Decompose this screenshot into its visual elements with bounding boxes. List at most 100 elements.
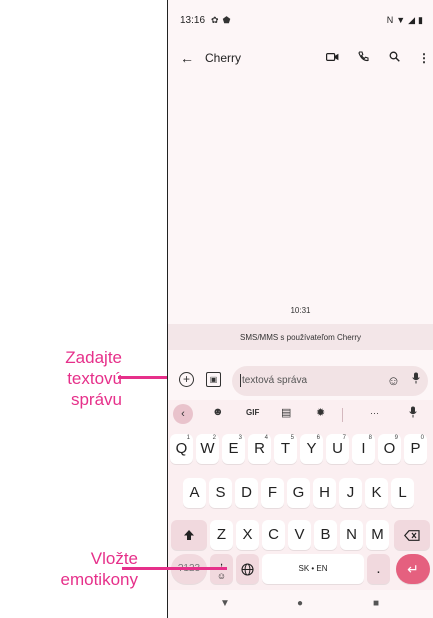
key-d[interactable]: D — [235, 478, 258, 508]
key-hint: 8 — [368, 435, 372, 441]
key-n[interactable]: N — [340, 520, 363, 550]
phone-screen: 13:16 ✿ ⬟ N ▼ ◢ ▮ ← Cherry ⋮ 10:31 SMS/M… — [167, 0, 433, 618]
gear-icon[interactable]: ✹ — [316, 406, 325, 419]
key-label: I — [361, 440, 366, 457]
compose-bar: + ▣ textová správa ☺ — [168, 366, 433, 396]
period-key[interactable]: . — [367, 554, 390, 584]
key-l[interactable]: L — [391, 478, 414, 508]
key-f[interactable]: F — [261, 478, 284, 508]
key-label: P — [410, 440, 421, 457]
callout-line: Zadajte — [65, 348, 122, 367]
key-b[interactable]: B — [314, 520, 337, 550]
key-c[interactable]: C — [262, 520, 285, 550]
callout-line: správu — [70, 390, 122, 409]
more-icon[interactable]: ⋮ — [418, 51, 430, 65]
keyboard-row-4: ?123 , ☺ SK • EN . ↵ — [168, 554, 433, 586]
gallery-icon[interactable]: ▣ — [206, 372, 221, 387]
video-call-icon[interactable] — [326, 51, 339, 65]
callout-line: emotikony — [60, 570, 138, 589]
microphone-icon[interactable] — [412, 372, 420, 387]
status-time: 13:16 — [180, 14, 206, 26]
key-hint: 5 — [290, 435, 294, 441]
more-options-icon[interactable]: ··· — [370, 408, 379, 418]
text-cursor — [240, 374, 241, 387]
keyboard-row-3: Z X C V B N M — [168, 520, 433, 552]
callout-insert-emoji: Vložte emotikony — [10, 548, 138, 590]
language-key[interactable] — [236, 554, 259, 584]
home-circle-icon[interactable]: ● — [297, 598, 303, 609]
key-label: U — [332, 440, 343, 457]
key-s[interactable]: S — [209, 478, 232, 508]
sticker-icon[interactable]: ☻ — [212, 406, 224, 418]
callout-line: Vložte — [90, 549, 138, 568]
enter-arrow-icon: ↵ — [407, 561, 419, 577]
emoji-icon[interactable]: ☺ — [387, 373, 400, 388]
globe-icon — [241, 560, 254, 577]
key-label: Y — [306, 440, 317, 457]
back-triangle-icon[interactable]: ▼ — [220, 598, 230, 609]
gif-button[interactable]: GIF — [246, 408, 259, 417]
key-m[interactable]: M — [366, 520, 389, 550]
backspace-key[interactable] — [394, 520, 430, 550]
key-q[interactable]: Q1 — [170, 434, 193, 464]
key-h[interactable]: H — [313, 478, 336, 508]
back-arrow-icon[interactable]: ← — [180, 50, 194, 66]
key-i[interactable]: I8 — [352, 434, 375, 464]
phone-icon[interactable] — [358, 51, 369, 65]
smiley-icon: ☺ — [216, 571, 227, 581]
key-a[interactable]: A — [183, 478, 206, 508]
key-label: O — [383, 440, 396, 457]
callout-enter-text: Zadajte textovú správu — [14, 347, 122, 410]
key-hint: 4 — [264, 435, 268, 441]
key-hint: 1 — [186, 435, 190, 441]
key-e[interactable]: E3 — [222, 434, 245, 464]
keyboard-toolbar: ‹ ☻ GIF ▤ ✹ ··· — [168, 400, 433, 430]
recents-square-icon[interactable]: ■ — [373, 598, 379, 609]
conversation-banner: SMS/MMS s používateľom Cherry — [168, 324, 433, 350]
wifi-icon: ▼ — [396, 14, 406, 25]
key-v[interactable]: V — [288, 520, 311, 550]
message-input[interactable]: textová správa ☺ — [232, 366, 428, 396]
backspace-icon — [404, 526, 420, 543]
clipboard-icon[interactable]: ▤ — [281, 406, 291, 419]
shield-icon: ⬟ — [222, 14, 231, 25]
enter-key[interactable]: ↵ — [396, 554, 430, 584]
shift-key[interactable] — [171, 520, 207, 550]
key-g[interactable]: G — [287, 478, 310, 508]
key-label: E — [228, 440, 239, 457]
contact-name: Cherry — [205, 51, 242, 65]
keyboard: ‹ ☻ GIF ▤ ✹ ··· Q1 W2 E3 R4 T5 Y6 U7 I 8… — [168, 400, 433, 590]
key-hint: 3 — [238, 435, 242, 441]
settings-icon: ✿ — [211, 14, 219, 25]
keyboard-row-2: A S D F G H J K L — [168, 478, 433, 510]
signal-icon: ◢ — [408, 14, 416, 25]
chevron-left-icon[interactable]: ‹ — [173, 404, 193, 424]
key-k[interactable]: K — [365, 478, 388, 508]
add-icon[interactable]: + — [179, 372, 194, 387]
keyboard-row-1: Q1 W2 E3 R4 T5 Y6 U7 I8 O9 P0 — [168, 434, 433, 466]
navigation-bar: ▼ ● ■ — [168, 590, 433, 618]
key-label: R — [254, 440, 265, 457]
key-r[interactable]: R4 — [248, 434, 271, 464]
shift-arrow-icon — [183, 526, 195, 543]
key-label: T — [280, 440, 291, 457]
message-timestamp: 10:31 — [290, 306, 311, 315]
voice-input-icon[interactable] — [409, 406, 417, 421]
key-x[interactable]: X — [236, 520, 259, 550]
key-w[interactable]: W2 — [196, 434, 219, 464]
callout-leader-line — [122, 567, 227, 570]
key-j[interactable]: J — [339, 478, 362, 508]
key-hint: 7 — [342, 435, 346, 441]
key-hint: 2 — [212, 435, 216, 441]
app-bar: ← Cherry ⋮ — [168, 46, 433, 70]
space-bar[interactable]: SK • EN — [262, 554, 364, 584]
battery-icon: ▮ — [418, 14, 423, 25]
key-y[interactable]: Y6 — [300, 434, 323, 464]
search-icon[interactable] — [389, 51, 400, 65]
key-t[interactable]: T5 — [274, 434, 297, 464]
key-hint: 6 — [316, 435, 320, 441]
key-u[interactable]: U7 — [326, 434, 349, 464]
key-hint: 9 — [394, 435, 398, 441]
key-p[interactable]: P0 — [404, 434, 427, 464]
key-o[interactable]: O9 — [378, 434, 401, 464]
